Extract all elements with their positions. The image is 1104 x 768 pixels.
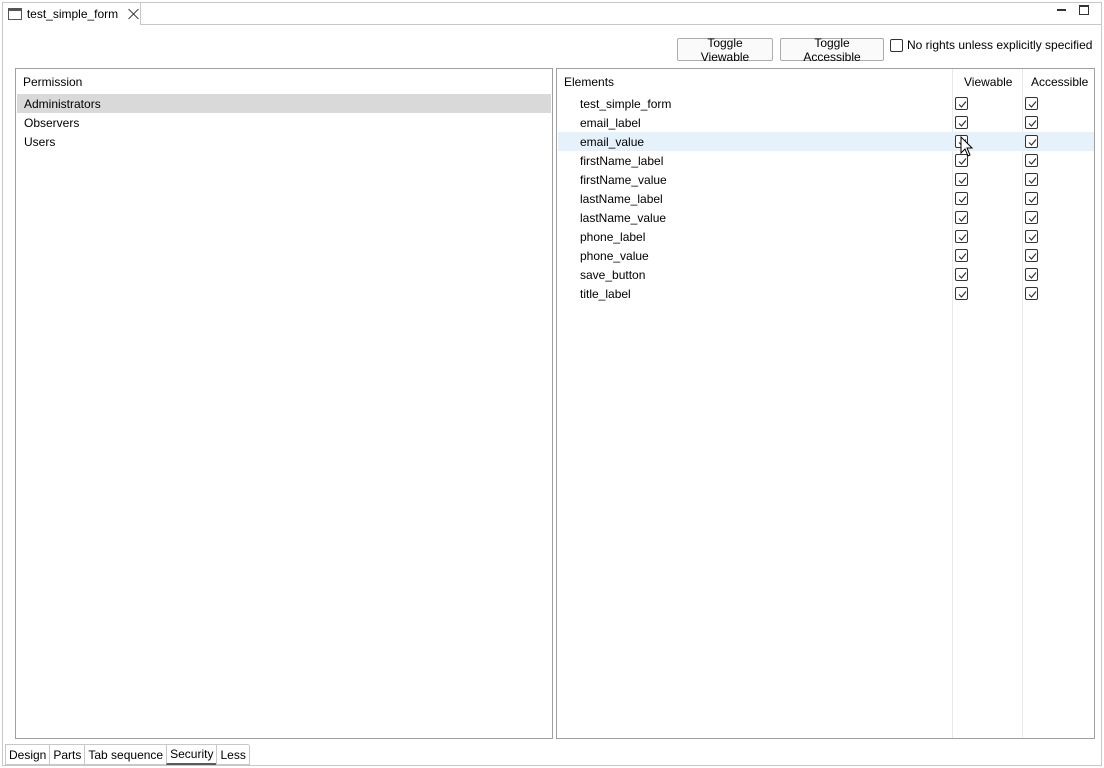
element-row[interactable]: firstName_label (558, 151, 1094, 170)
element-name: title_label (580, 286, 631, 301)
element-row[interactable]: email_value (558, 132, 1094, 151)
tab-parts[interactable]: Parts (49, 745, 86, 765)
accessible-checkbox[interactable] (1025, 116, 1038, 129)
permission-item-label: Users (24, 134, 56, 149)
accessible-checkbox[interactable] (1025, 268, 1038, 281)
editor-tab-label: test_simple_form (26, 7, 119, 21)
element-name: email_label (580, 115, 641, 130)
tab-tab-sequence[interactable]: Tab sequence (84, 745, 168, 765)
element-name: lastName_value (580, 210, 667, 225)
element-name: test_simple_form (580, 96, 672, 111)
permission-item-observers[interactable]: Observers (17, 113, 551, 132)
toggle-accessible-button[interactable]: Toggle Accessible (780, 36, 884, 64)
viewable-checkbox[interactable] (955, 192, 968, 205)
permission-item-label: Administrators (24, 96, 101, 111)
viewable-header[interactable]: Viewable (964, 75, 1012, 89)
elements-header: Elements (564, 75, 615, 89)
viewable-checkbox[interactable] (955, 211, 968, 224)
accessible-checkbox[interactable] (1025, 230, 1038, 243)
accessible-checkbox[interactable] (1025, 249, 1038, 262)
element-row[interactable]: test_simple_form (558, 94, 1094, 113)
no-rights-checkbox[interactable]: No rights unless explicitly specified (890, 38, 1092, 52)
permission-item-label: Observers (24, 115, 80, 130)
element-name: phone_value (580, 248, 649, 263)
element-row[interactable]: firstName_value (558, 170, 1094, 189)
accessible-checkbox[interactable] (1025, 192, 1038, 205)
element-name: email_value (580, 134, 645, 149)
no-rights-checkbox-box[interactable] (890, 38, 903, 52)
elements-panel: Elements Viewable Accessible test_simple… (556, 68, 1095, 739)
element-row[interactable]: email_label (558, 113, 1094, 132)
permission-item-administrators[interactable]: Administrators (17, 94, 551, 113)
permission-item-users[interactable]: Users (17, 132, 551, 151)
viewable-checkbox[interactable] (955, 116, 968, 129)
tab-security[interactable]: Security (166, 745, 218, 765)
no-rights-label: No rights unless explicitly specified (907, 38, 1093, 52)
accessible-checkbox[interactable] (1025, 154, 1038, 167)
close-icon[interactable] (128, 8, 140, 20)
viewable-checkbox[interactable] (955, 268, 968, 281)
element-name: phone_label (580, 229, 646, 244)
bottom-tab-bar: Design Parts Tab sequence Security Less (5, 744, 250, 765)
mouse-cursor-icon (960, 136, 974, 157)
viewable-checkbox[interactable] (955, 287, 968, 300)
accessible-checkbox[interactable] (1025, 97, 1038, 110)
element-name: save_button (580, 267, 646, 282)
tab-less[interactable]: Less (216, 745, 250, 765)
element-row[interactable]: phone_value (558, 246, 1094, 265)
viewable-checkbox[interactable] (955, 249, 968, 262)
element-name: firstName_value (580, 172, 667, 187)
accessible-checkbox[interactable] (1025, 173, 1038, 186)
toggle-viewable-button[interactable]: Toggle Viewable (677, 36, 773, 64)
permission-panel: Permission Administrators Observers User… (15, 68, 553, 739)
permission-header: Permission (23, 75, 83, 89)
element-row[interactable]: lastName_value (558, 208, 1094, 227)
maximize-icon[interactable] (1078, 4, 1090, 16)
accessible-checkbox[interactable] (1025, 135, 1038, 148)
form-window-icon (8, 8, 22, 20)
viewable-checkbox[interactable] (955, 97, 968, 110)
accessible-header[interactable]: Accessible (1031, 75, 1088, 89)
element-row[interactable]: save_button (558, 265, 1094, 284)
element-row[interactable]: lastName_label (558, 189, 1094, 208)
accessible-checkbox[interactable] (1025, 287, 1038, 300)
element-name: firstName_label (580, 153, 664, 168)
accessible-checkbox[interactable] (1025, 211, 1038, 224)
viewable-checkbox[interactable] (955, 230, 968, 243)
minimize-icon[interactable] (1056, 4, 1068, 16)
editor-tab[interactable]: test_simple_form (3, 3, 141, 25)
element-row[interactable]: phone_label (558, 227, 1094, 246)
element-row[interactable]: title_label (558, 284, 1094, 303)
element-name: lastName_label (580, 191, 663, 206)
viewable-checkbox[interactable] (955, 173, 968, 186)
editor-tab-bar: test_simple_form (3, 3, 1101, 25)
tab-design[interactable]: Design (5, 745, 51, 765)
